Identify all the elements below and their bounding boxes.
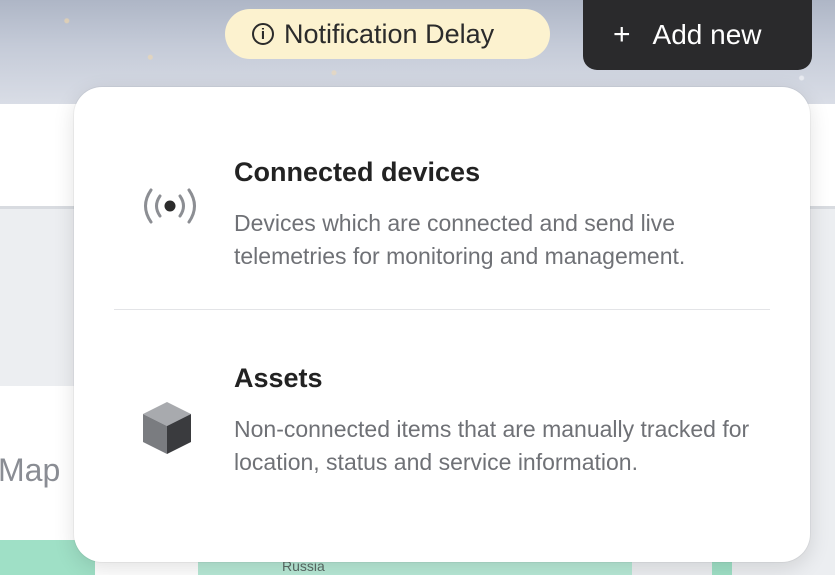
menu-item-description: Non-connected items that are manually tr… — [234, 416, 750, 475]
info-icon: i — [252, 23, 274, 45]
map-card-title: Map — [0, 452, 61, 488]
cube-icon — [139, 400, 195, 461]
menu-item-connected-devices[interactable]: Connected devices Devices which are conn… — [74, 87, 810, 309]
menu-item-assets[interactable]: Assets Non-connected items that are manu… — [74, 310, 810, 562]
notification-delay-badge[interactable]: i Notification Delay — [225, 9, 550, 59]
add-new-button[interactable]: + Add new — [583, 0, 812, 70]
add-new-dropdown-menu: Connected devices Devices which are conn… — [74, 87, 810, 562]
broadcast-signal-icon — [139, 188, 201, 229]
notification-delay-label: Notification Delay — [284, 18, 495, 49]
menu-item-title: Assets — [234, 363, 323, 393]
plus-icon: + — [613, 18, 631, 51]
menu-item-title: Connected devices — [234, 157, 481, 187]
add-new-label: Add new — [652, 19, 762, 50]
menu-item-description: Devices which are connected and send liv… — [234, 210, 686, 269]
